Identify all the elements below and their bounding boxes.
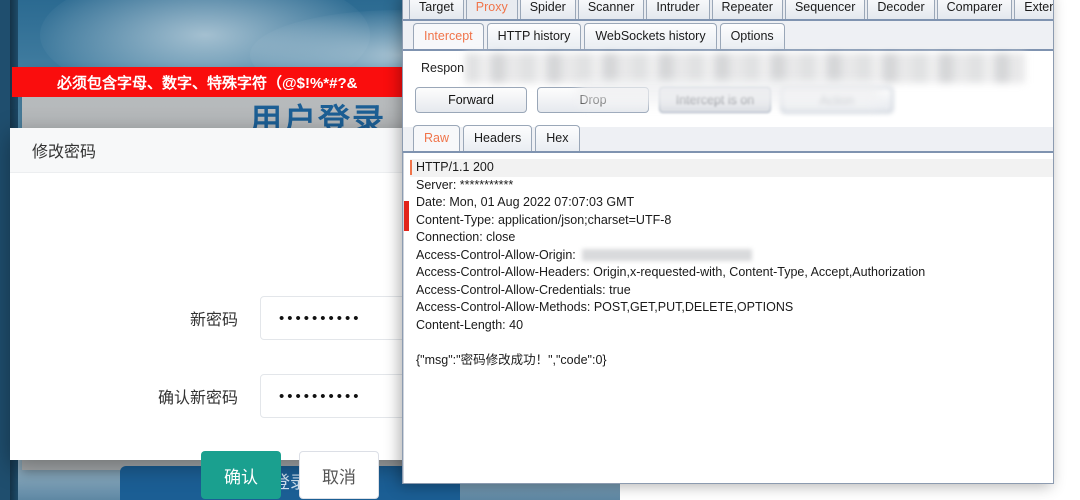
burp-action-buttons: Forward Drop Intercept is on Action: [415, 87, 893, 113]
burp-tab-intruder[interactable]: Intruder: [646, 0, 710, 19]
burp-edit-caret: [404, 201, 409, 231]
response-headers-bottom: Access-Control-Allow-Headers: Origin,x-r…: [410, 264, 1053, 334]
burp-message-tabs: Raw Headers Hex: [403, 125, 1053, 153]
burp-tab-spider[interactable]: Spider: [519, 0, 576, 19]
response-blank-line: [410, 334, 1053, 352]
burp-tab-scanner[interactable]: Scanner: [577, 0, 645, 19]
response-body: {"msg":"密码修改成功！","code":0}: [416, 352, 607, 367]
burp-proxy-subtabs: Intercept HTTP history WebSockets history O…: [403, 21, 1053, 51]
burp-subtab-intercept[interactable]: Intercept: [413, 23, 484, 49]
response-header-line: Access-Control-Allow-Headers: Origin,x-r…: [416, 265, 926, 279]
burp-tab-proxy[interactable]: Proxy: [465, 0, 518, 19]
response-header-line: Access-Control-Allow-Methods: POST,GET,P…: [416, 300, 794, 314]
burp-msgtab-headers[interactable]: Headers: [463, 125, 533, 151]
response-headers-top: Server: *********** Date: Mon, 01 Aug 202…: [410, 177, 1053, 247]
response-header-line: Server: ***********: [416, 177, 514, 192]
burp-subtab-http-history[interactable]: HTTP history: [486, 23, 582, 49]
burp-subtab-options[interactable]: Options: [719, 23, 785, 49]
response-header-line: Content-Type: application/json;charset=U…: [416, 212, 672, 227]
dialog-title: 修改密码: [32, 144, 97, 161]
new-password-label: 新密码: [189, 312, 238, 329]
burp-forward-button[interactable]: Forward: [415, 87, 527, 113]
burp-action-button[interactable]: Action: [781, 87, 893, 113]
response-status-line: HTTP/1.1 200: [410, 159, 1053, 177]
burp-tab-target[interactable]: Target: [409, 0, 464, 19]
burp-intercept-toolbar: Respon Forward Drop Intercept is on Action: [403, 51, 1053, 127]
response-header-line: Date: Mon, 01 Aug 2022 07:07:03 GMT: [416, 195, 635, 209]
response-header-line: Content-Length: 40: [416, 317, 524, 332]
burp-suite-window: Target Proxy Spider Scanner Intruder Repeater…: [402, 0, 1054, 484]
burp-msgtab-raw[interactable]: Raw: [413, 125, 461, 151]
burp-tab-comparer[interactable]: Comparer: [936, 0, 1013, 19]
burp-tab-sequencer[interactable]: Sequencer: [784, 0, 866, 19]
burp-drop-button[interactable]: Drop: [537, 87, 649, 113]
burp-main-tabs: Target Proxy Spider Scanner Intruder Repeater…: [403, 0, 1053, 21]
burp-tab-extender[interactable]: Extender: [1014, 0, 1053, 19]
response-label: Respon: [421, 61, 465, 75]
cancel-button[interactable]: 取消: [299, 451, 379, 499]
origin-value-redaction: [582, 249, 753, 262]
burp-tab-decoder[interactable]: Decoder: [867, 0, 935, 19]
burp-msgtab-hex[interactable]: Hex: [535, 125, 580, 151]
burp-subtab-websockets-history[interactable]: WebSockets history: [584, 23, 717, 49]
screen: 用户登录 登录 修改密码 新密码 •••••••••• 确认新密码 ••••••…: [0, 0, 1080, 500]
response-header-line: Connection: close: [416, 230, 516, 244]
burp-tab-repeater[interactable]: Repeater: [711, 0, 783, 19]
response-info-redaction: [465, 53, 1025, 83]
response-header-line: Access-Control-Allow-Credentials: true: [416, 282, 631, 297]
burp-intercept-is-on-button[interactable]: Intercept is on: [659, 87, 771, 113]
burp-response-viewer[interactable]: HTTP/1.1 200 Server: *********** Date: Mo…: [403, 153, 1053, 483]
confirm-password-label: 确认新密码: [157, 390, 238, 407]
origin-header-label: Access-Control-Allow-Origin:: [416, 247, 580, 262]
response-header-origin: Access-Control-Allow-Origin:: [410, 247, 1053, 265]
confirm-button[interactable]: 确认: [201, 451, 281, 499]
